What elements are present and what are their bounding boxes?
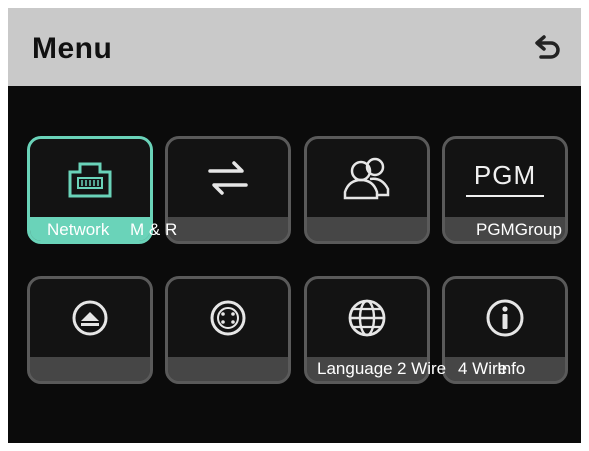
header-bar: Menu [8,8,581,86]
label-info: Info [497,359,526,378]
swap-arrows-icon [208,161,248,195]
tile-eject[interactable] [27,276,153,384]
users-icon [343,157,390,200]
pgm-icon: PGM [473,159,537,190]
eject-icon [72,300,108,336]
tile-strip [168,357,288,381]
tile-strip [168,217,288,241]
label-network: Network [47,220,110,239]
globe-icon [348,299,386,337]
tile-connector[interactable] [165,276,291,384]
tile-strip [30,357,150,381]
label-m-and-r: M & R [130,220,178,239]
tile-group[interactable] [304,136,430,244]
connector-icon [210,300,246,336]
tile-m-and-r[interactable] [165,136,291,244]
label-language: Language [317,359,393,378]
back-button[interactable] [527,28,567,68]
tile-strip [307,217,427,241]
page-title: Menu [32,32,113,65]
ethernet-port-icon [68,162,112,198]
pgm-underline [466,194,544,197]
back-arrow-icon [535,35,560,59]
menu-screen: Menu PGM Network M & R PGMGroup Language… [8,8,581,443]
info-icon [486,299,524,337]
label-pgm-group: PGMGroup [476,220,562,239]
label-2-wire: 2 Wire [397,359,447,378]
